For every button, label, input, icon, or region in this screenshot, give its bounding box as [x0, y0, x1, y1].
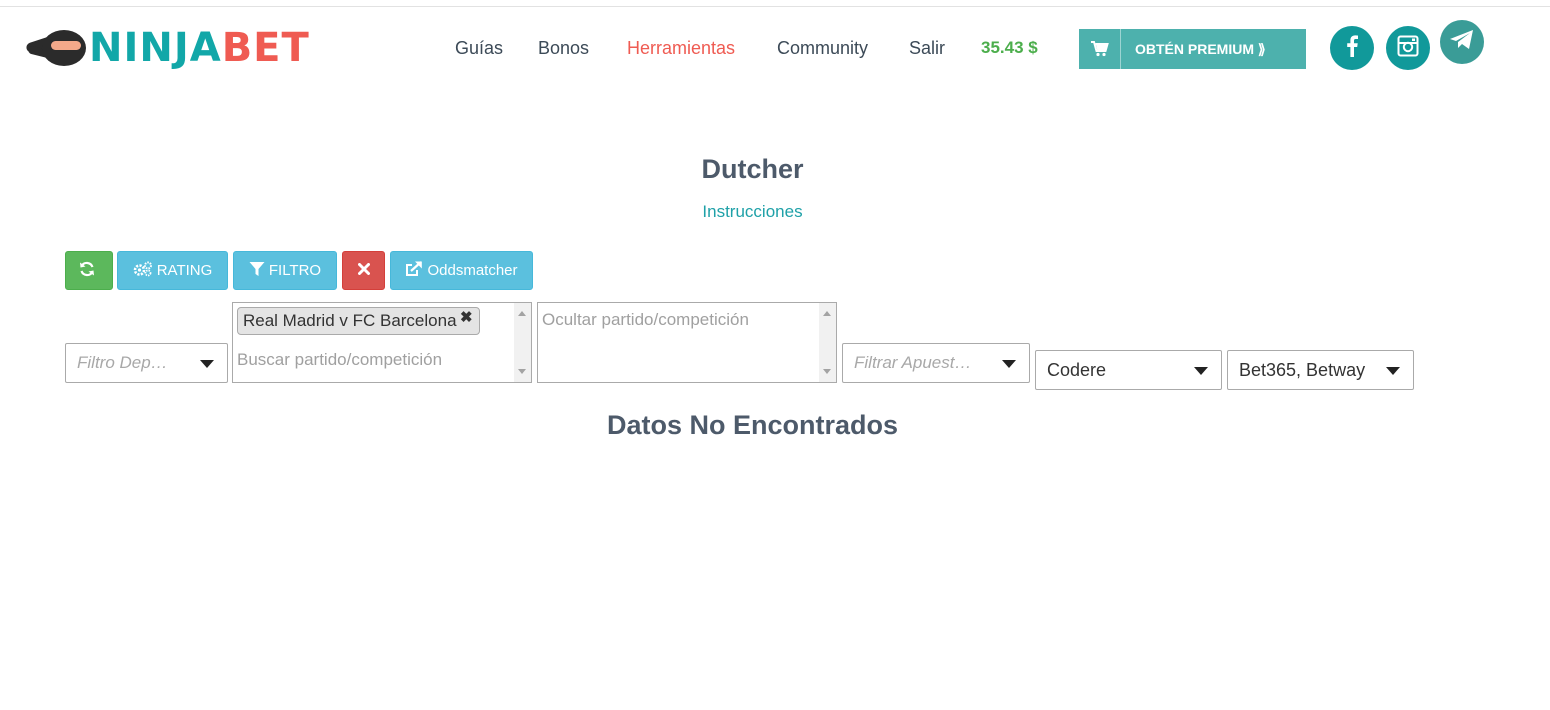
hide-match-scrollbar[interactable]	[819, 303, 836, 382]
scroll-down-icon[interactable]	[823, 369, 831, 374]
match-search-input[interactable]: Buscar partido/competición	[237, 350, 442, 370]
hide-match-input[interactable]: Ocultar partido/competición	[542, 310, 749, 330]
exchange-select[interactable]: Bet365, Betway	[1227, 350, 1414, 390]
bet-filter-placeholder: Filtrar Apuest…	[854, 353, 972, 372]
gears-icon	[133, 261, 157, 281]
instagram-icon	[1397, 35, 1419, 62]
match-search-multiselect[interactable]: Real Madrid v FC Barcelona ✖ Buscar part…	[232, 302, 532, 383]
nav-item-salir[interactable]: Salir	[909, 36, 945, 60]
close-icon	[357, 262, 370, 279]
bookmaker-value: Codere	[1047, 360, 1107, 380]
cart-icon	[1079, 29, 1121, 69]
telegram-icon	[1449, 29, 1475, 56]
bookmaker-select[interactable]: Codere	[1035, 350, 1222, 390]
nav-item-guias[interactable]: Guías	[455, 36, 503, 60]
refresh-button[interactable]	[65, 251, 113, 290]
oddsmatcher-label: Oddsmatcher	[427, 262, 518, 279]
remove-tag-icon[interactable]: ✖	[460, 305, 473, 331]
get-premium-button[interactable]: OBTÉN PREMIUM ⟫	[1079, 29, 1306, 69]
external-link-icon	[405, 260, 427, 281]
instagram-button[interactable]	[1386, 26, 1430, 70]
account-balance: 35.43 $	[981, 38, 1038, 57]
filter-label: FILTRO	[268, 262, 322, 279]
logo-text: NINJABET	[89, 26, 310, 70]
logo-text-bet: BET	[221, 25, 310, 71]
bet-filter-select[interactable]: Filtrar Apuest…	[842, 343, 1030, 383]
facebook-button[interactable]	[1330, 26, 1374, 70]
page-title: Dutcher	[701, 154, 804, 184]
selected-match-label: Real Madrid v FC Barcelona	[243, 311, 457, 330]
chevron-down-icon	[1194, 367, 1208, 375]
filter-button[interactable]: FILTRO	[233, 251, 337, 290]
rating-label: RATING	[156, 262, 213, 279]
scroll-down-icon[interactable]	[518, 369, 526, 374]
exchange-value: Bet365, Betway	[1239, 360, 1366, 380]
scroll-up-icon[interactable]	[518, 311, 526, 316]
rating-button[interactable]: RATING	[117, 251, 228, 290]
chevron-down-icon	[200, 360, 214, 368]
hide-match-multiselect[interactable]: Ocultar partido/competición	[537, 302, 837, 383]
oddsmatcher-button[interactable]: Oddsmatcher	[390, 251, 533, 290]
nav-item-bonos[interactable]: Bonos	[538, 36, 589, 60]
sport-filter-placeholder: Filtro Dep…	[77, 353, 168, 372]
sport-filter-select[interactable]: Filtro Dep…	[65, 343, 228, 383]
nav-item-community[interactable]: Community	[777, 36, 868, 60]
nav-item-herramientas[interactable]: Herramientas	[627, 36, 735, 60]
scroll-up-icon[interactable]	[823, 311, 831, 316]
chevron-down-icon	[1002, 360, 1016, 368]
logo-text-ninja: NINJA	[89, 25, 222, 71]
ninja-mascot-icon	[25, 28, 86, 68]
facebook-icon	[1345, 34, 1359, 62]
instructions-link[interactable]: Instrucciones	[0, 202, 1505, 222]
filter-icon	[249, 261, 269, 281]
get-premium-label: OBTÉN PREMIUM ⟫	[1135, 40, 1266, 57]
match-search-scrollbar[interactable]	[514, 303, 531, 382]
ninjabet-logo[interactable]: NINJABET	[25, 26, 310, 70]
refresh-icon	[79, 261, 99, 281]
selected-match-tag: Real Madrid v FC Barcelona ✖	[237, 307, 480, 335]
top-divider	[0, 6, 1550, 7]
no-data-message: Datos No Encontrados	[606, 410, 899, 440]
chevron-down-icon	[1386, 367, 1400, 375]
telegram-button[interactable]	[1440, 20, 1484, 64]
clear-filters-button[interactable]	[342, 251, 385, 290]
